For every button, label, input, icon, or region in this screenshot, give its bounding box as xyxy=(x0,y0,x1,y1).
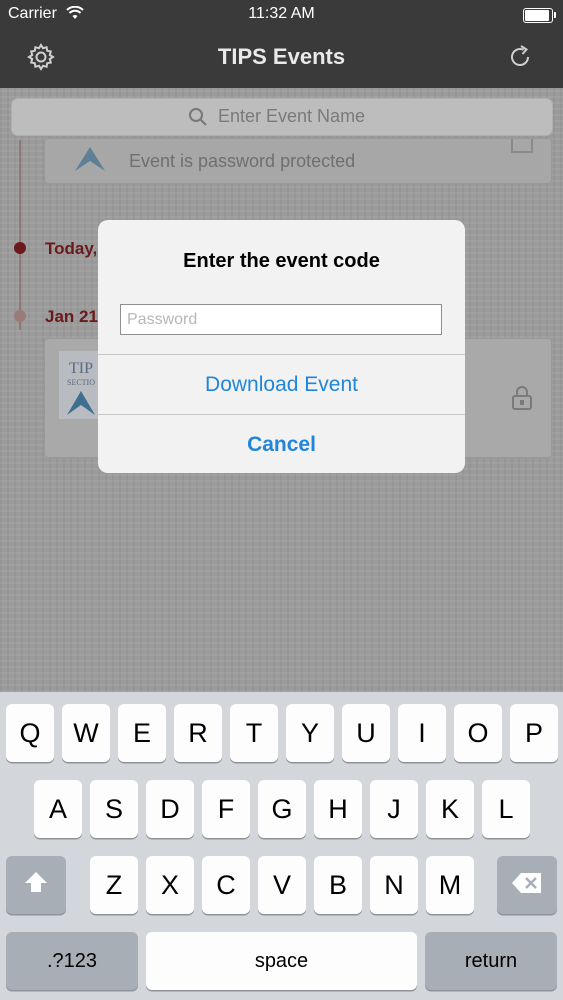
key-d[interactable]: D xyxy=(146,780,194,838)
status-time: 11:32 AM xyxy=(248,5,315,22)
refresh-icon xyxy=(507,44,533,75)
key-p[interactable]: P xyxy=(510,704,558,762)
key-g[interactable]: G xyxy=(258,780,306,838)
password-input[interactable] xyxy=(120,304,442,335)
section-header-today: Today, xyxy=(45,239,98,258)
cancel-button[interactable]: Cancel xyxy=(98,415,465,473)
navigation-bar: TIPS Events xyxy=(0,30,563,88)
key-o[interactable]: O xyxy=(454,704,502,762)
key-z[interactable]: Z xyxy=(90,856,138,914)
key-w[interactable]: W xyxy=(62,704,110,762)
svg-text:TIP: TIP xyxy=(69,360,93,377)
key-u[interactable]: U xyxy=(342,704,390,762)
key-i[interactable]: I xyxy=(398,704,446,762)
timeline-dot-jan xyxy=(14,310,26,322)
lock-icon xyxy=(511,385,533,416)
delete-key[interactable] xyxy=(497,856,557,914)
lock-icon xyxy=(511,139,533,153)
event-code-dialog: Enter the event code Download Event Canc… xyxy=(98,220,465,473)
download-event-button[interactable]: Download Event xyxy=(98,355,465,414)
key-f[interactable]: F xyxy=(202,780,250,838)
search-bar[interactable]: Enter Event Name xyxy=(11,98,553,136)
key-a[interactable]: A xyxy=(34,780,82,838)
keyboard: Q W E R T Y U I O P A S D F G H J K L Z … xyxy=(0,692,563,1000)
key-v[interactable]: V xyxy=(258,856,306,914)
key-j[interactable]: J xyxy=(370,780,418,838)
dialog-title: Enter the event code xyxy=(183,250,380,272)
key-q[interactable]: Q xyxy=(6,704,54,762)
key-h[interactable]: H xyxy=(314,780,362,838)
key-y[interactable]: Y xyxy=(286,704,334,762)
key-c[interactable]: C xyxy=(202,856,250,914)
numbers-mode-key[interactable]: .?123 xyxy=(6,932,138,990)
key-k[interactable]: K xyxy=(426,780,474,838)
key-b[interactable]: B xyxy=(314,856,362,914)
refresh-button[interactable] xyxy=(502,41,538,77)
event-status-text: Event is password protected xyxy=(129,151,356,171)
backspace-icon xyxy=(511,870,543,901)
space-key[interactable]: space xyxy=(146,932,417,990)
battery-icon xyxy=(523,8,556,23)
key-r[interactable]: R xyxy=(174,704,222,762)
search-placeholder: Enter Event Name xyxy=(218,106,366,126)
event-card-partial[interactable]: Event is password protected xyxy=(44,138,552,184)
key-t[interactable]: T xyxy=(230,704,278,762)
shift-icon xyxy=(23,870,49,901)
key-x[interactable]: X xyxy=(146,856,194,914)
svg-text:SECTIO: SECTIO xyxy=(67,378,95,387)
event-logo: TIP SECTIO xyxy=(59,351,103,419)
timeline-line xyxy=(19,140,21,330)
key-e[interactable]: E xyxy=(118,704,166,762)
search-icon xyxy=(188,107,208,132)
page-title: TIPS Events xyxy=(217,44,346,69)
key-n[interactable]: N xyxy=(370,856,418,914)
status-bar: Carrier 11:32 AM xyxy=(0,0,563,30)
key-l[interactable]: L xyxy=(482,780,530,838)
timeline-dot-today xyxy=(14,242,26,254)
key-m[interactable]: M xyxy=(426,856,474,914)
return-key[interactable]: return xyxy=(425,932,557,990)
shift-key[interactable] xyxy=(6,856,66,914)
event-logo-icon xyxy=(73,143,107,178)
key-s[interactable]: S xyxy=(90,780,138,838)
section-header-jan: Jan 21 xyxy=(45,307,98,326)
